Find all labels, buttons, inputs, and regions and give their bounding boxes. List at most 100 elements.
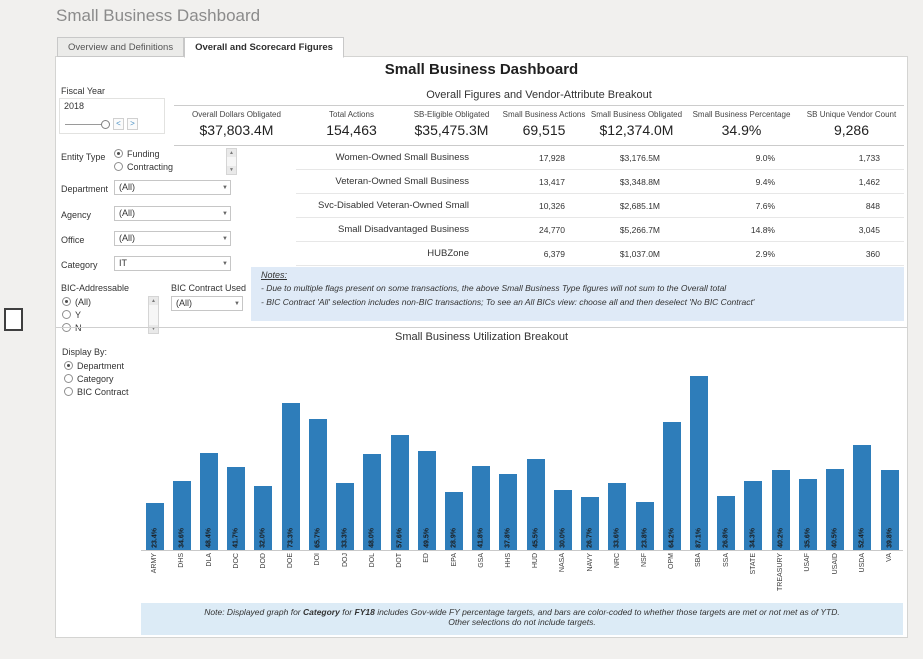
bar-army[interactable]: 23.4%	[146, 503, 164, 550]
slider-handle[interactable]	[101, 120, 110, 129]
bic-addressable-option-all[interactable]: (All)	[62, 296, 91, 307]
bar-doc[interactable]: 41.7%	[227, 467, 245, 550]
column-header-row: Overall Dollars Obligated Total Actions …	[174, 106, 904, 121]
bar-area: 23.8%	[631, 350, 658, 550]
bar-va[interactable]: 39.8%	[881, 470, 899, 550]
column-header: Total Actions	[299, 106, 404, 121]
bar-area: 30.0%	[549, 350, 576, 550]
entity-type-option-contracting[interactable]: Contracting	[114, 161, 173, 172]
bar-area: 64.2%	[658, 350, 685, 550]
bar-dla[interactable]: 48.4%	[200, 453, 218, 550]
tab-overall-and-scorecard-figures[interactable]: Overall and Scorecard Figures	[184, 37, 344, 58]
bar-usda[interactable]: 52.4%	[853, 445, 871, 550]
bar-slot: 34.3% STATE	[740, 350, 767, 600]
bar-epa[interactable]: 28.9%	[445, 492, 463, 550]
row-percentage: 2.9%	[684, 249, 799, 259]
bar-dod[interactable]: 32.0%	[254, 486, 272, 550]
bar-doj[interactable]: 33.3%	[336, 483, 354, 550]
bar-doi[interactable]: 65.7%	[309, 419, 327, 550]
display-by-label: Display By:	[62, 347, 107, 357]
tab-overview-and-definitions[interactable]: Overview and Definitions	[57, 37, 184, 57]
slider-track[interactable]	[65, 124, 103, 125]
bic-contract-used-dropdown[interactable]: (All) ▼	[171, 296, 243, 311]
bar-ed[interactable]: 49.5%	[418, 451, 436, 550]
bar-area: 40.2%	[767, 350, 794, 550]
department-value: (All)	[119, 182, 135, 192]
footer-note-text: Note: Displayed graph for	[204, 607, 303, 617]
bar-slot: 41.8%GSA	[468, 350, 495, 600]
table-row[interactable]: Svc-Disabled Veteran-Owned Small10,326$2…	[296, 194, 904, 218]
bar-nasa[interactable]: 30.0%	[554, 490, 572, 550]
slider-next-button[interactable]: >	[127, 118, 138, 130]
bar-value-label: 26.7%	[587, 528, 594, 548]
bar-doe[interactable]: 73.3%	[282, 403, 300, 550]
display-by-option-bic-contract[interactable]: BIC Contract	[64, 386, 129, 397]
fiscal-year-value: 2018	[60, 99, 164, 111]
footer-note-bold: Category	[303, 607, 340, 617]
bar-category-label: STATE	[750, 553, 757, 575]
display-by-option-category[interactable]: Category	[64, 373, 114, 384]
row-percentage: 9.0%	[684, 153, 799, 163]
bar-value-label: 41.7%	[233, 528, 240, 548]
totals-row: $37,803.4M 154,463 $35,475.3M 69,515 $12…	[174, 121, 904, 146]
bar-usaid[interactable]: 40.5%	[826, 469, 844, 550]
radio-unselected-icon	[64, 374, 73, 383]
bar-category-label: DOJ	[342, 553, 349, 567]
table-row[interactable]: Small Disadvantaged Business24,770$5,266…	[296, 218, 904, 242]
bar-nrc[interactable]: 33.6%	[608, 483, 626, 550]
bar-slot: 40.2% TREASURY	[767, 350, 794, 600]
table-row[interactable]: HUBZone6,379$1,037.0M2.9%360	[296, 242, 904, 266]
office-value: (All)	[119, 233, 135, 243]
footer-note: Note: Displayed graph for Category for F…	[141, 603, 903, 635]
scrollbar-track[interactable]	[149, 305, 158, 325]
office-label: Office	[61, 235, 84, 245]
bar-hhs[interactable]: 37.8%	[499, 474, 517, 550]
bar-dhs[interactable]: 34.6%	[173, 481, 191, 550]
x-axis-line	[141, 550, 903, 551]
bar-area: 41.8%	[468, 350, 495, 550]
bar-navy[interactable]: 26.7%	[581, 497, 599, 550]
bar-area: 73.3%	[277, 350, 304, 550]
breakout-rows: Women-Owned Small Business17,928$3,176.5…	[296, 146, 904, 266]
entity-type-option-funding[interactable]: Funding	[114, 148, 160, 159]
bar-ssa[interactable]: 26.8%	[717, 496, 735, 550]
scroll-up-icon[interactable]: ▲	[149, 297, 158, 305]
bar-category-label: DOT	[396, 553, 403, 568]
bar-dot[interactable]: 57.6%	[391, 435, 409, 550]
row-obligated: $3,348.8M	[589, 177, 684, 187]
radio-selected-icon	[64, 361, 73, 370]
note-line: - Due to multiple flags present on some …	[261, 283, 894, 293]
bar-category-label: DOI	[314, 553, 321, 565]
bar-usaf[interactable]: 35.6%	[799, 479, 817, 550]
bar-slot: 87.1%SBA	[685, 350, 712, 600]
row-label: Small Disadvantaged Business	[296, 224, 499, 235]
bar-value-label: 48.4%	[206, 528, 213, 548]
bar-category-label: TREASURY	[777, 553, 784, 591]
bar-area: 37.8%	[495, 350, 522, 550]
bar-slot: 23.8%NSF	[631, 350, 658, 600]
slider-prev-button[interactable]: <	[113, 118, 124, 130]
bar-value-label: 34.3%	[750, 528, 757, 548]
bar-area: 65.7%	[304, 350, 331, 550]
collapsed-panel-handle[interactable]	[4, 308, 23, 331]
footer-note-text: for	[340, 607, 355, 617]
bar-category-label: HUD	[532, 553, 539, 568]
bar-state[interactable]: 34.3%	[744, 481, 762, 550]
bar-sba[interactable]: 87.1%	[690, 376, 708, 550]
display-by-option-department[interactable]: Department	[64, 360, 124, 371]
row-vendor-count: 1,462	[799, 177, 904, 187]
row-percentage: 14.8%	[684, 225, 799, 235]
bar-hud[interactable]: 45.5%	[527, 459, 545, 550]
table-row[interactable]: Veteran-Owned Small Business13,417$3,348…	[296, 170, 904, 194]
bar-nsf[interactable]: 23.8%	[636, 502, 654, 550]
overall-section-title: Overall Figures and Vendor-Attribute Bre…	[174, 87, 904, 106]
bar-category-label: NAVY	[587, 553, 594, 572]
bar-gsa[interactable]: 41.8%	[472, 466, 490, 550]
column-header: Small Business Percentage	[684, 106, 799, 121]
bic-addressable-option-y[interactable]: Y	[62, 309, 81, 320]
bar-dol[interactable]: 48.0%	[363, 454, 381, 550]
table-row[interactable]: Women-Owned Small Business17,928$3,176.5…	[296, 146, 904, 170]
bar-treasury[interactable]: 40.2%	[772, 470, 790, 550]
bar-value-label: 49.5%	[423, 528, 430, 548]
bar-opm[interactable]: 64.2%	[663, 422, 681, 550]
